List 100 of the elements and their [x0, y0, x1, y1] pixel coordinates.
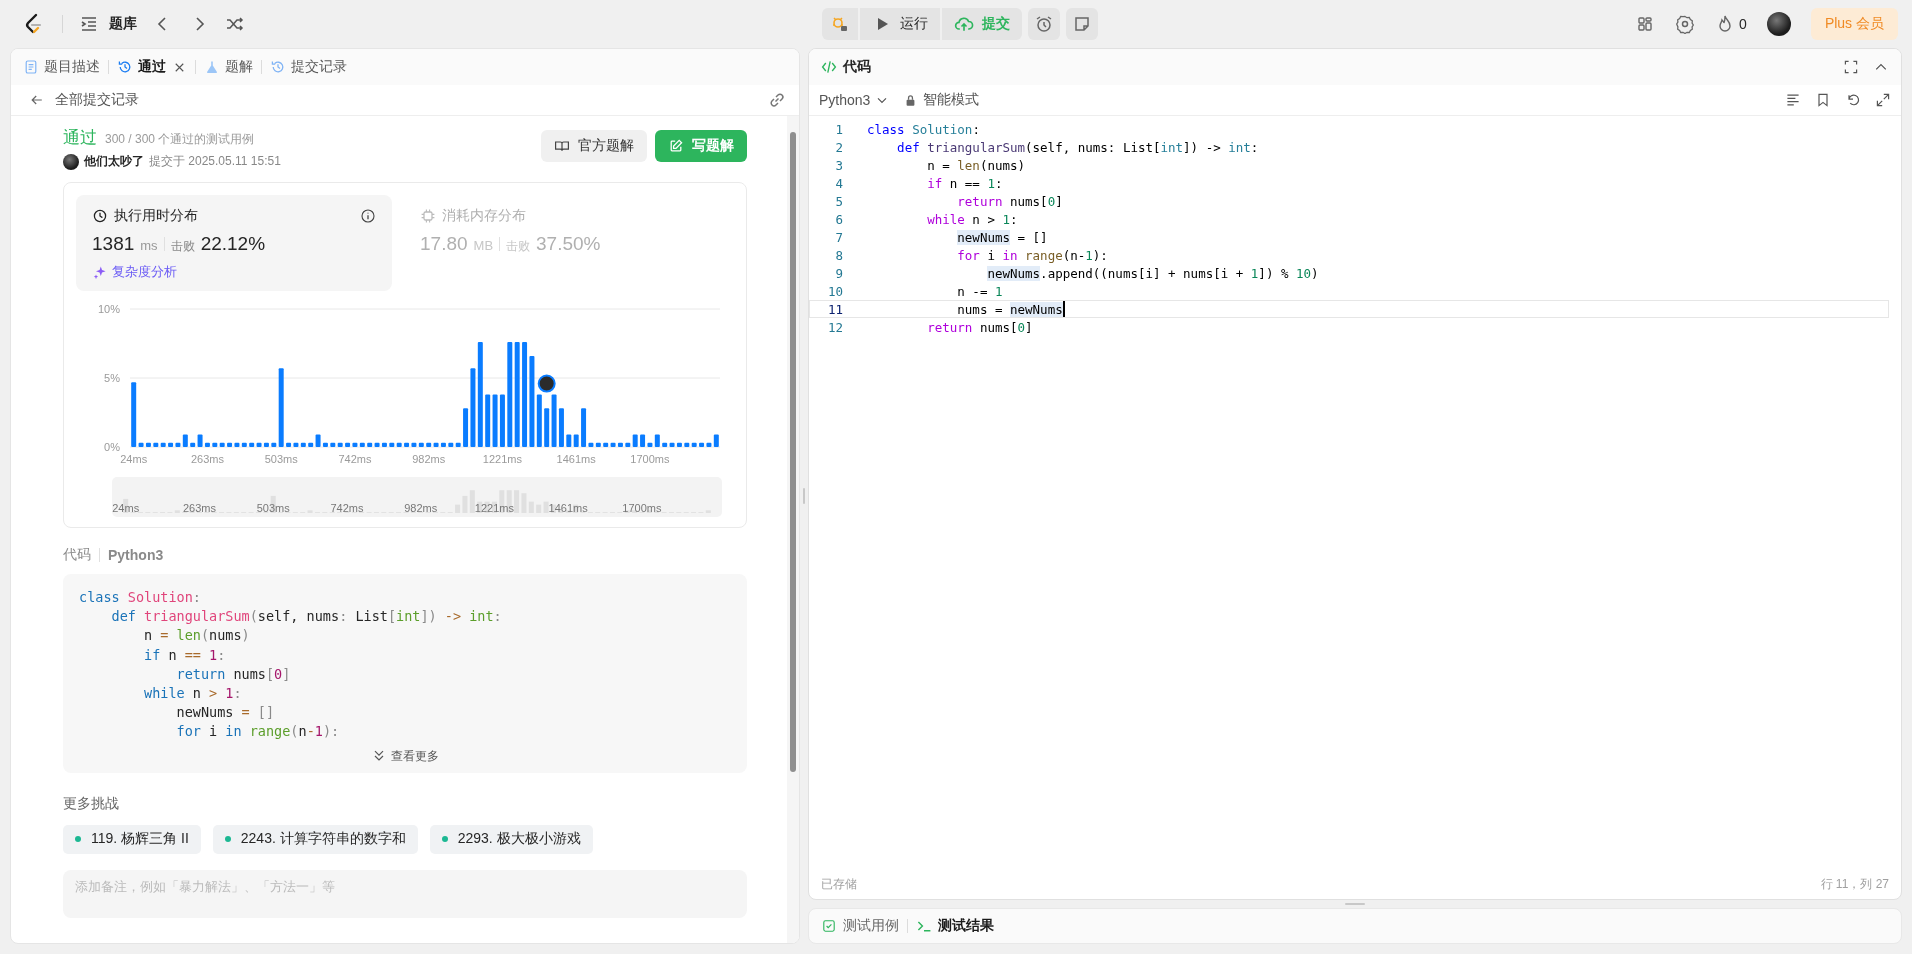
chart-bar[interactable] — [551, 394, 557, 447]
chart-bar[interactable] — [322, 442, 328, 447]
chart-bar[interactable] — [411, 442, 417, 447]
chart-bar[interactable] — [625, 442, 631, 447]
range-slider-track[interactable] — [112, 477, 722, 517]
settings-icon[interactable] — [1675, 14, 1696, 34]
chart-bar[interactable] — [381, 442, 387, 447]
chart-bar[interactable] — [404, 442, 410, 447]
chart-bar[interactable] — [160, 442, 166, 447]
run-button[interactable]: 运行 — [860, 8, 940, 40]
chart-bar[interactable] — [522, 342, 528, 447]
problem-list-button[interactable]: 题库 — [79, 14, 137, 34]
chart-bar[interactable] — [529, 355, 535, 447]
chart-bar[interactable] — [499, 394, 505, 447]
chart-bar[interactable] — [345, 442, 351, 447]
console-tab[interactable]: 测试结果 — [916, 917, 994, 935]
chart-bar[interactable] — [647, 442, 653, 447]
chart-bar[interactable] — [470, 368, 476, 447]
chart-bar[interactable] — [617, 442, 623, 447]
chart-bar[interactable] — [263, 442, 269, 447]
problem-chip[interactable]: 2243. 计算字符串的数字和 — [212, 824, 418, 854]
chart-bar[interactable] — [175, 442, 181, 447]
complexity-analysis-link[interactable]: 复杂度分析 — [92, 263, 177, 281]
chart-bar[interactable] — [293, 442, 299, 447]
chart-bar[interactable] — [485, 394, 491, 447]
chart-bar[interactable] — [145, 442, 151, 447]
debug-button[interactable] — [822, 8, 858, 40]
chart-bar[interactable] — [234, 442, 240, 447]
problem-chip[interactable]: 2293. 极大极小游戏 — [429, 824, 593, 854]
info-icon[interactable] — [360, 208, 376, 224]
chart-bar[interactable] — [558, 408, 564, 447]
chart-bar[interactable] — [440, 442, 446, 447]
scrollbar[interactable] — [787, 116, 799, 943]
chart-bar[interactable] — [507, 342, 513, 447]
chart-bar[interactable] — [153, 442, 159, 447]
chart-bar[interactable] — [691, 442, 697, 447]
chart-bar[interactable] — [426, 442, 432, 447]
language-dropdown[interactable]: Python3 — [819, 92, 891, 108]
chart-bar[interactable] — [706, 442, 712, 447]
problem-chip[interactable]: 119. 杨辉三角 II — [63, 824, 201, 854]
panel-tab[interactable]: 通过 — [117, 58, 166, 76]
chart-bar[interactable] — [662, 442, 668, 447]
reset-icon[interactable] — [1845, 92, 1861, 108]
console-tab[interactable]: 测试用例 — [821, 917, 899, 935]
chart-bar[interactable] — [308, 442, 314, 447]
chart-bar[interactable] — [367, 442, 373, 447]
chart-bar[interactable] — [227, 442, 233, 447]
chart-bar[interactable] — [610, 442, 616, 447]
chart-bar[interactable] — [249, 442, 255, 447]
chart-bar[interactable] — [330, 442, 336, 447]
chart-bar[interactable] — [359, 442, 365, 447]
chart-bar[interactable] — [477, 342, 483, 447]
chart-bar[interactable] — [595, 442, 601, 447]
chart-bar[interactable] — [396, 442, 402, 447]
chart-bar[interactable] — [374, 442, 380, 447]
chart-bar[interactable] — [455, 442, 461, 447]
chart-bar[interactable] — [448, 442, 454, 447]
panel-tab[interactable]: 提交记录 — [270, 58, 347, 76]
official-solution-button[interactable]: 官方题解 — [541, 130, 647, 162]
chart-bar[interactable] — [492, 394, 498, 447]
user-name[interactable]: 他们太吵了 — [84, 153, 144, 170]
chart-bar[interactable] — [212, 442, 218, 447]
back-link[interactable]: 全部提交记录 — [29, 91, 139, 109]
metric-card[interactable]: 执行用时分布 1381 ms 击败 22.12% 复杂度分析 — [76, 195, 392, 291]
chart-bar[interactable] — [536, 394, 542, 447]
chart-bar[interactable] — [190, 442, 196, 447]
chart-bar[interactable] — [418, 442, 424, 447]
chart-bar[interactable] — [514, 342, 520, 447]
avatar[interactable] — [1766, 12, 1791, 36]
chart-bar[interactable] — [271, 442, 277, 447]
panel-tab[interactable]: 题目描述 — [23, 58, 100, 76]
chart-bar[interactable] — [241, 442, 247, 447]
chart-bar[interactable] — [544, 408, 550, 447]
chart-bar[interactable] — [699, 442, 705, 447]
chart-bar[interactable] — [463, 408, 469, 447]
chart-bar[interactable] — [566, 434, 572, 447]
chart-bar[interactable] — [684, 442, 690, 447]
chart-bar[interactable] — [168, 442, 174, 447]
chart-bar[interactable] — [286, 442, 292, 447]
fullscreen-icon[interactable] — [1843, 59, 1859, 75]
chart-bar[interactable] — [573, 434, 579, 447]
panel-tab[interactable]: 题解 — [204, 58, 253, 76]
note-button[interactable] — [1066, 8, 1098, 40]
show-more-button[interactable]: 查看更多 — [371, 747, 439, 765]
chart-bar[interactable] — [588, 442, 594, 447]
expand-icon[interactable] — [1875, 92, 1891, 108]
bookmark-icon[interactable] — [1815, 92, 1831, 108]
chart-bar[interactable] — [204, 442, 210, 447]
chart-bar[interactable] — [138, 442, 144, 447]
chart-bar[interactable] — [256, 442, 262, 447]
format-icon[interactable] — [1785, 92, 1801, 108]
chart-bar[interactable] — [676, 442, 682, 447]
chart-bar[interactable] — [352, 442, 358, 447]
chart-bar[interactable] — [337, 442, 343, 447]
chart-bar[interactable] — [669, 442, 675, 447]
chart-bar[interactable] — [389, 442, 395, 447]
alarm-button[interactable] — [1028, 8, 1060, 40]
chart-bar[interactable] — [603, 442, 609, 447]
chart-bar[interactable] — [433, 442, 439, 447]
chart-bar[interactable] — [300, 442, 306, 447]
